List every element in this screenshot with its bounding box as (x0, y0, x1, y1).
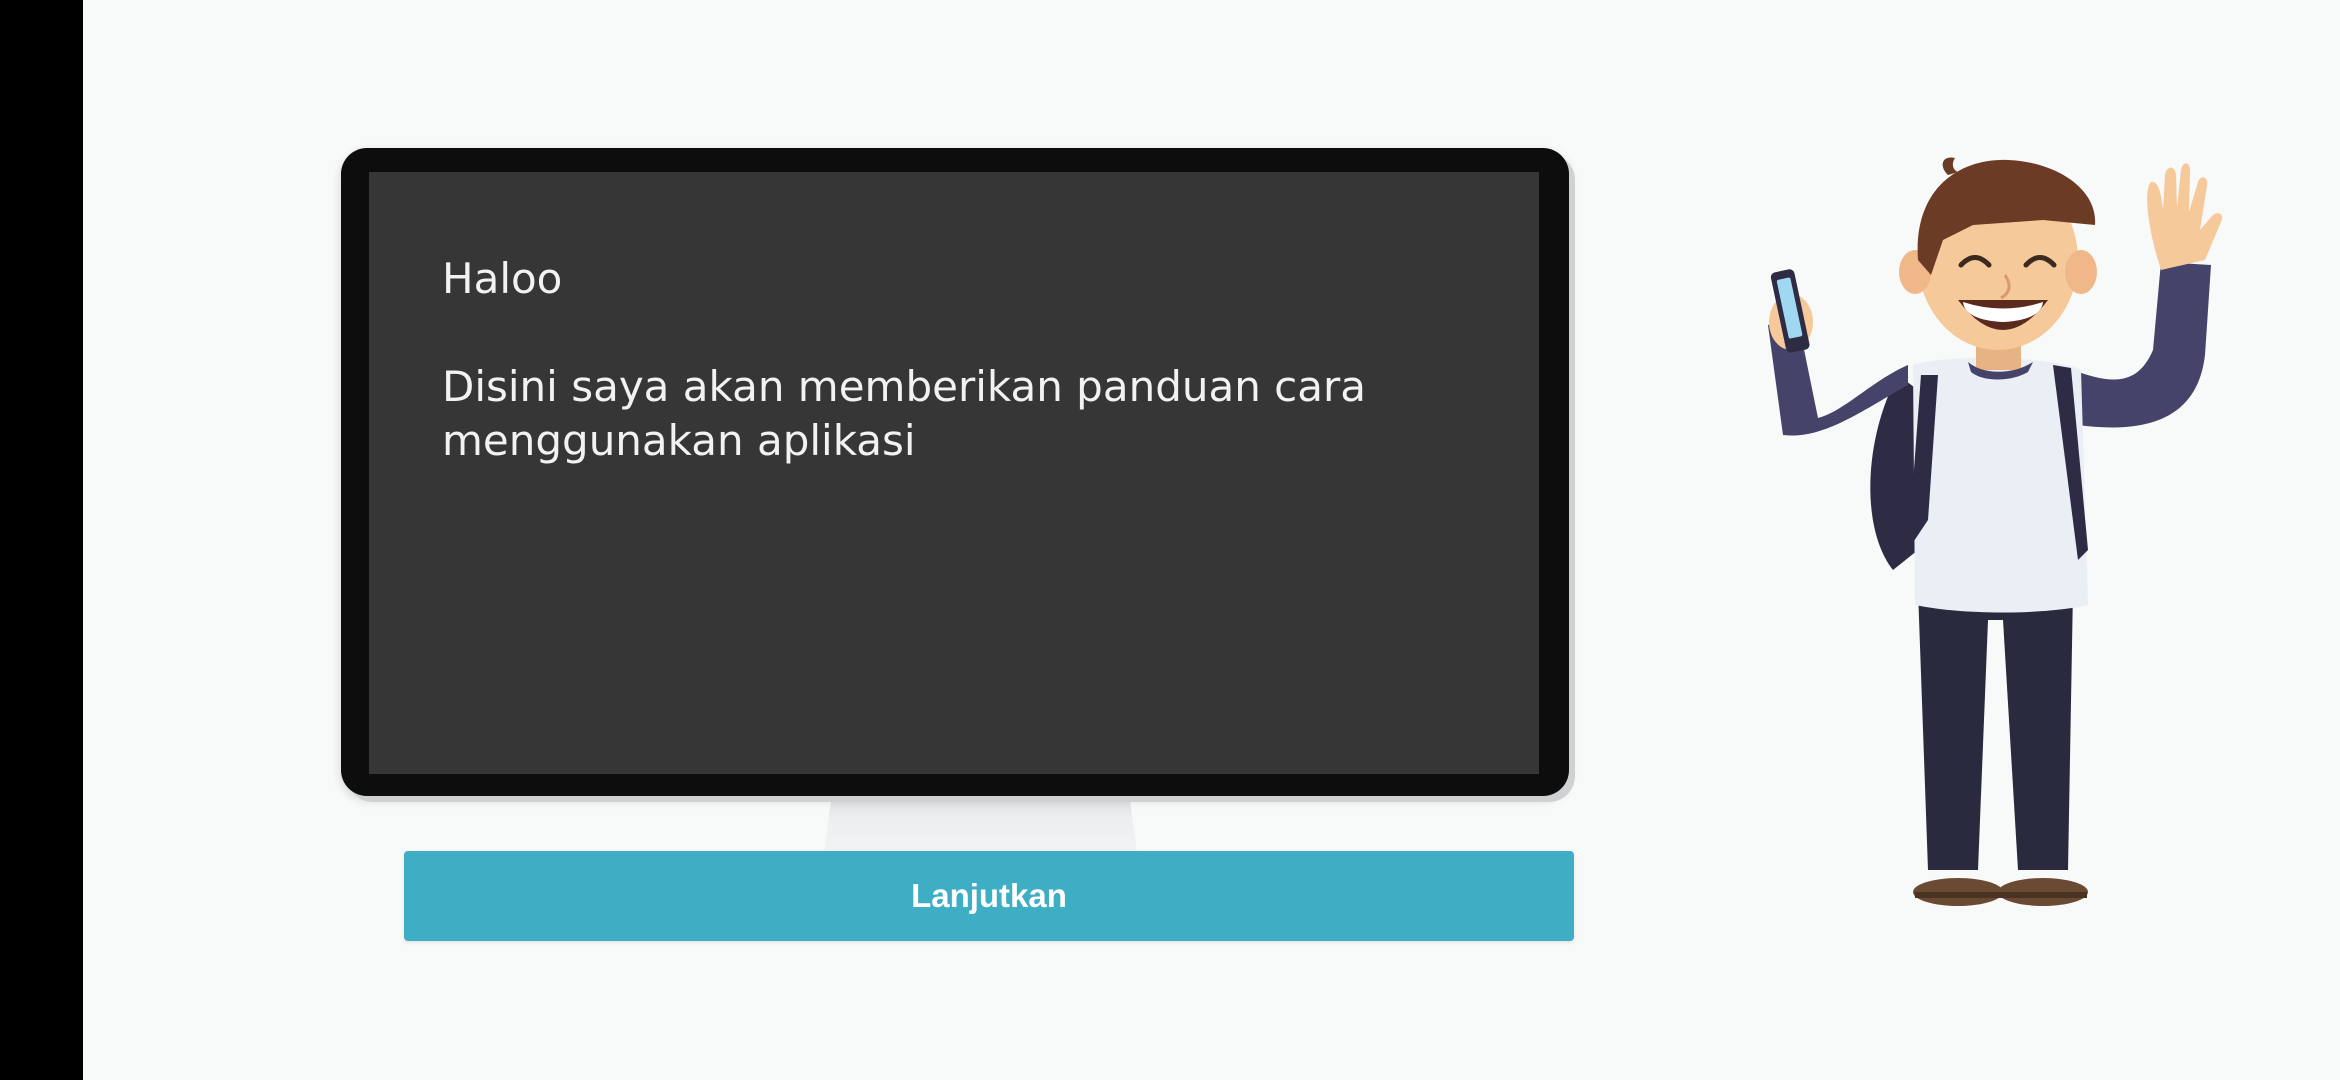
system-side-bar (0, 0, 83, 1080)
monitor-stand (823, 790, 1138, 860)
next-button[interactable]: Lanjutkan (404, 851, 1574, 941)
monitor-screen: Haloo Disini saya akan memberikan pandua… (369, 172, 1539, 774)
onboarding-screen: Haloo Disini saya akan memberikan pandua… (83, 0, 2340, 1080)
guide-greeting: Haloo (442, 254, 563, 303)
guide-message: Disini saya akan memberikan panduan cara… (442, 362, 1367, 465)
monitor-frame: Haloo Disini saya akan memberikan pandua… (341, 148, 1569, 796)
waving-student-illustration (1768, 157, 2223, 906)
